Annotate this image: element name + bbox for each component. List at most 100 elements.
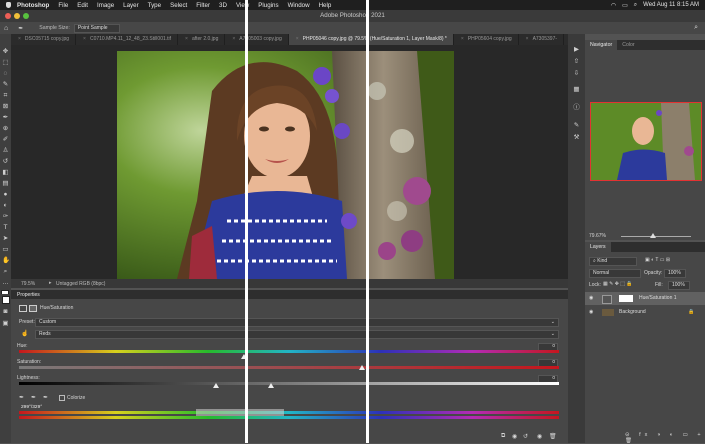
tab-doc-4[interactable]: × A7305003 copy.jpg bbox=[225, 34, 289, 45]
tab-doc-1[interactable]: × DSC05715 copy.jpg bbox=[11, 34, 77, 45]
navigator-zoom-thumb[interactable] bbox=[650, 233, 656, 238]
navigator-zoom-slider[interactable] bbox=[621, 236, 691, 237]
lightness-slider-thumb-right[interactable] bbox=[268, 383, 274, 388]
menubar-clock[interactable]: Wed Aug 11 8:15 AM bbox=[643, 2, 699, 8]
status-arrow-icon[interactable]: ▸ bbox=[49, 280, 52, 286]
menu-layer[interactable]: Layer bbox=[123, 2, 138, 9]
color-range-selector[interactable] bbox=[196, 409, 284, 416]
crop-tool-icon[interactable]: ⌗ bbox=[2, 92, 9, 99]
battery-icon[interactable]: ▭ bbox=[622, 2, 628, 9]
layer-name[interactable]: Hue/Saturation 1 bbox=[639, 292, 677, 305]
tab-layers[interactable]: Layers bbox=[585, 242, 611, 252]
lock-icons[interactable]: ▦ ✎ ✥ ⬚ 🔒 bbox=[603, 281, 633, 287]
blend-mode-select[interactable]: Normal bbox=[589, 269, 641, 278]
layer-filter-kind[interactable]: ⌕ Kind bbox=[589, 257, 637, 266]
colorize-checkbox[interactable] bbox=[59, 395, 65, 401]
menu-edit[interactable]: Edit bbox=[77, 2, 88, 9]
marquee-tool-icon[interactable]: ⬚ bbox=[2, 59, 9, 66]
clip-to-layer-icon[interactable]: ⧉ bbox=[501, 433, 505, 440]
menu-select[interactable]: Select bbox=[170, 2, 187, 9]
dodge-tool-icon[interactable]: ◐ bbox=[2, 202, 9, 209]
history-icon[interactable]: ▶ bbox=[573, 46, 580, 53]
move-tool-icon[interactable]: ✥ bbox=[2, 48, 9, 55]
tab-doc-7[interactable]: × A7305397- bbox=[519, 34, 565, 45]
zoom-level[interactable]: 79.5% bbox=[21, 281, 35, 287]
adjust-icon[interactable]: ⇩ bbox=[573, 70, 580, 77]
eyedropper-plus-icon[interactable]: ✒ bbox=[31, 394, 36, 401]
quick-select-tool-icon[interactable]: ✎ bbox=[2, 81, 9, 88]
clone-stamp-icon[interactable]: ♙ bbox=[2, 147, 9, 154]
properties-title[interactable]: Properties bbox=[17, 292, 40, 298]
hue-slider[interactable] bbox=[19, 350, 559, 353]
eye-icon[interactable]: ◉ bbox=[537, 433, 542, 440]
brushes-icon[interactable]: ✎ bbox=[573, 122, 580, 129]
navigator-thumbnail[interactable] bbox=[590, 102, 702, 181]
mask-thumbnail[interactable] bbox=[619, 295, 633, 302]
menu-help[interactable]: Help bbox=[319, 2, 332, 9]
blur-tool-icon[interactable]: ● bbox=[2, 191, 9, 198]
navigator-zoom[interactable]: 79.67% bbox=[589, 233, 606, 239]
saturation-slider-thumb[interactable] bbox=[359, 365, 365, 370]
search-icon[interactable]: ⌕ bbox=[694, 24, 698, 32]
menu-file[interactable]: File bbox=[58, 2, 68, 9]
layer-filter-icons[interactable]: ▣ ◐ T ▭ ⊞ bbox=[645, 257, 670, 263]
layer-mask-icon[interactable] bbox=[29, 305, 37, 312]
fill-input[interactable]: 100% bbox=[668, 281, 690, 290]
eyedropper-icon[interactable]: ✒ bbox=[19, 394, 24, 401]
adjustment-layer-icon[interactable] bbox=[19, 305, 27, 312]
saturation-slider[interactable] bbox=[19, 366, 559, 369]
target-adjust-hand-icon[interactable]: ☝ bbox=[21, 330, 28, 337]
layer-name[interactable]: Background bbox=[619, 306, 646, 319]
quick-mask-icon[interactable]: ◙ bbox=[2, 308, 9, 315]
frame-tool-icon[interactable]: ⊠ bbox=[2, 103, 9, 110]
tab-doc-active[interactable]: × PHP05046 copy.jpg @ 79.5% (Hue/Saturati… bbox=[288, 34, 454, 45]
lasso-tool-icon[interactable]: ◌ bbox=[2, 70, 9, 77]
screen-mode-icon[interactable]: ▣ bbox=[2, 320, 9, 327]
brush-tool-icon[interactable]: ✐ bbox=[2, 136, 9, 143]
menu-image[interactable]: Image bbox=[97, 2, 114, 9]
layers-footer-icons[interactable]: ⊝ fx ◑ ◐ ▭ + 🗑 bbox=[625, 432, 705, 444]
eyedropper-minus-icon[interactable]: ✒ bbox=[43, 394, 48, 401]
eyedropper-icon[interactable]: ✒ bbox=[18, 25, 23, 32]
opacity-input[interactable]: 100% bbox=[664, 269, 686, 278]
home-icon[interactable]: ⌂ bbox=[4, 25, 8, 32]
menu-plugins[interactable]: Plugins bbox=[258, 2, 278, 9]
menu-type[interactable]: Type bbox=[148, 2, 161, 9]
preset-select[interactable]: Custom ⌄ bbox=[35, 318, 559, 327]
healing-brush-icon[interactable]: ⊕ bbox=[2, 125, 9, 132]
layer-row-background[interactable]: ◉ Background 🔒 bbox=[585, 306, 705, 319]
path-select-icon[interactable]: ➤ bbox=[2, 235, 9, 242]
sample-size-select[interactable]: Point Sample bbox=[73, 23, 120, 33]
lightness-slider[interactable] bbox=[19, 382, 559, 385]
history-brush-icon[interactable]: ↺ bbox=[2, 158, 9, 165]
tool-presets-icon[interactable]: ⚒ bbox=[573, 134, 580, 141]
tab-doc-2[interactable]: × C0710.MP4.11_12_48_23.Still001.tif bbox=[76, 34, 179, 45]
trash-icon[interactable]: 🗑 bbox=[549, 433, 557, 440]
eye-icon[interactable]: ◉ bbox=[589, 292, 593, 305]
background-color-swatch[interactable] bbox=[2, 296, 10, 304]
tab-color[interactable]: Color bbox=[617, 40, 639, 50]
hand-tool-icon[interactable]: ✋ bbox=[2, 257, 10, 264]
view-previous-icon[interactable]: ◉ bbox=[512, 433, 517, 440]
info-icon[interactable]: ⓘ bbox=[573, 104, 580, 111]
type-tool-icon[interactable]: T bbox=[2, 224, 9, 231]
rectangle-tool-icon[interactable]: ▭ bbox=[2, 246, 9, 253]
wifi-icon[interactable]: ◠ bbox=[611, 2, 616, 9]
lightness-slider-thumb-left[interactable] bbox=[213, 383, 219, 388]
photo-image[interactable] bbox=[117, 51, 454, 279]
tab-navigator[interactable]: Navigator bbox=[585, 40, 618, 50]
tab-doc-6[interactable]: × PHP05604 copy.jpg bbox=[454, 34, 519, 45]
pen-tool-icon[interactable]: ✑ bbox=[2, 213, 9, 220]
gradient-tool-icon[interactable]: ▤ bbox=[2, 180, 9, 187]
eraser-tool-icon[interactable]: ◧ bbox=[2, 169, 9, 176]
menu-filter[interactable]: Filter bbox=[196, 2, 210, 9]
eyedropper-tool-icon[interactable]: ✒ bbox=[2, 114, 9, 121]
zoom-tool-icon[interactable]: ⌕ bbox=[2, 268, 9, 275]
search-icon[interactable]: ⌕ bbox=[634, 2, 637, 9]
brush-presets-icon[interactable]: ▦ bbox=[573, 86, 580, 93]
menu-app-name[interactable]: Photoshop bbox=[17, 2, 49, 9]
menu-3d[interactable]: 3D bbox=[219, 2, 227, 9]
more-tools-icon[interactable]: … bbox=[2, 279, 9, 286]
apple-icon[interactable] bbox=[6, 2, 11, 8]
eye-icon[interactable]: ◉ bbox=[589, 306, 593, 319]
